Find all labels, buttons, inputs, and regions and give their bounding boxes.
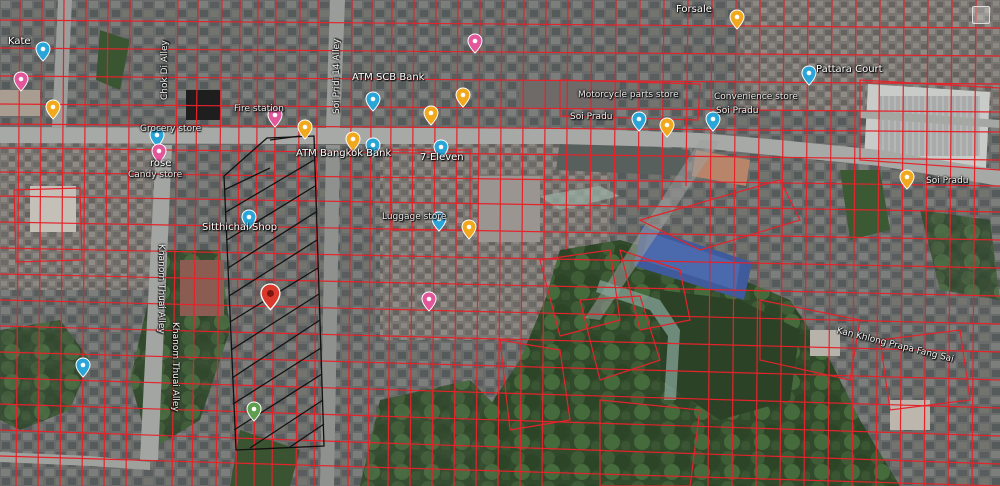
shop-icon bbox=[423, 105, 439, 126]
shop-icon bbox=[297, 119, 313, 140]
label-pattara-court[interactable]: Pattara Court bbox=[816, 64, 883, 75]
kate-pin-marker bbox=[35, 41, 51, 62]
shop-icon bbox=[45, 99, 61, 120]
shopping-bag-icon bbox=[35, 41, 51, 62]
restaurant-icon bbox=[467, 33, 483, 54]
pattara-court-pin-marker bbox=[801, 65, 817, 86]
shop-icon bbox=[461, 219, 477, 240]
orange-pin-right-marker bbox=[899, 169, 915, 190]
shop-icon bbox=[659, 117, 675, 138]
blue-pin-lower-left-dot bbox=[80, 362, 86, 368]
forsale-pin-marker bbox=[729, 9, 745, 30]
orange-pin-right-dot bbox=[904, 174, 910, 180]
atm-scb-pin-dot bbox=[370, 96, 376, 102]
pattara-court-pin-dot bbox=[806, 70, 812, 76]
label-fire-station[interactable]: Fire station bbox=[234, 104, 284, 115]
orange-pin-left-marker bbox=[45, 99, 61, 120]
label-soi-pradu-3: Soi Pradu bbox=[926, 176, 969, 186]
shop-icon bbox=[729, 9, 745, 30]
location-pin-icon bbox=[259, 283, 281, 311]
label-kate[interactable]: Kate bbox=[8, 36, 31, 47]
park-icon bbox=[246, 401, 262, 422]
pink-pin-left-dot bbox=[18, 76, 24, 82]
blue-pin-lower-left-marker bbox=[75, 357, 91, 378]
park-pin-marker bbox=[246, 401, 262, 422]
pink-pin-left-marker bbox=[13, 71, 29, 92]
label-khanom-thuai-alley-1: Khanom Thuai Alley bbox=[156, 244, 166, 334]
orange-pin-top-2-dot bbox=[428, 110, 434, 116]
seven-eleven-pin-dot bbox=[438, 144, 444, 150]
park-pin-dot bbox=[251, 406, 257, 412]
atm-scb-pin-marker bbox=[365, 91, 381, 112]
label-khanom-thuai-alley-2: Khanom Thuai Alley bbox=[170, 322, 180, 412]
selected-location-pin-dot bbox=[266, 290, 274, 298]
label-atm-bangkok[interactable]: ATM Bangkok Bank bbox=[296, 148, 391, 159]
label-soi-pradu-1: Soi Pradu bbox=[570, 112, 613, 122]
candy-pin-dot bbox=[156, 148, 162, 154]
pink-pin-lower-marker bbox=[421, 291, 437, 312]
pink-pin-lower-dot bbox=[426, 296, 432, 302]
orange-pin-road-marker bbox=[297, 119, 313, 140]
orange-pin-top-2-marker bbox=[423, 105, 439, 126]
pink-pin-top-dot bbox=[472, 38, 478, 44]
pink-pin-top-marker bbox=[467, 33, 483, 54]
orange-pin-top-dot bbox=[460, 92, 466, 98]
orange-pin-soi-pradu-dot bbox=[664, 122, 670, 128]
sitthichai-pin-dot bbox=[246, 214, 252, 220]
orange-pin-road-dot bbox=[302, 124, 308, 130]
orange-pin-center-marker bbox=[461, 219, 477, 240]
shop-icon bbox=[899, 169, 915, 190]
atm-icon bbox=[365, 91, 381, 112]
shopping-bag-icon bbox=[631, 111, 647, 132]
convenience-pin-dot bbox=[710, 116, 716, 122]
orange-pin-road-2-dot bbox=[350, 136, 356, 142]
label-chok-di-alley: Chok Di Alley bbox=[160, 40, 170, 100]
label-luggage-store[interactable]: Luggage store bbox=[382, 212, 446, 223]
label-convenience-store[interactable]: Convenience store bbox=[714, 92, 798, 103]
label-atm-scb[interactable]: ATM SCB Bank bbox=[352, 72, 424, 83]
orange-pin-soi-pradu-marker bbox=[659, 117, 675, 138]
satellite-map[interactable]: Kate Forsale Pattara Court Chok Di Alley… bbox=[0, 0, 1000, 486]
shop-icon bbox=[455, 87, 471, 108]
label-sitthichai-shop[interactable]: Sitthichai Shop bbox=[202, 222, 277, 233]
restaurant-icon bbox=[421, 291, 437, 312]
orange-pin-left-dot bbox=[50, 104, 56, 110]
label-soi-pridi-alley: Soi Pridi 14 Alley bbox=[332, 38, 342, 114]
orange-pin-top-marker bbox=[455, 87, 471, 108]
forsale-pin-dot bbox=[734, 14, 740, 20]
label-motorcycle-parts[interactable]: Motorcycle parts store bbox=[578, 90, 679, 101]
map-expand-button[interactable] bbox=[972, 6, 990, 24]
motorcycle-pin-marker bbox=[631, 111, 647, 132]
restaurant-icon bbox=[13, 71, 29, 92]
motorcycle-pin-dot bbox=[636, 116, 642, 122]
atm-bangkok-pin-dot bbox=[370, 142, 376, 148]
kate-pin-dot bbox=[40, 46, 46, 52]
label-soi-pradu-2: Soi Pradu bbox=[716, 106, 759, 116]
label-grocery-store[interactable]: Grocery store bbox=[140, 124, 201, 135]
building-icon bbox=[801, 65, 817, 86]
label-seven-eleven[interactable]: 7-Eleven bbox=[420, 152, 464, 163]
label-candy-store[interactable]: Candy store bbox=[128, 170, 182, 181]
orange-pin-center-dot bbox=[466, 224, 472, 230]
shopping-bag-icon bbox=[75, 357, 91, 378]
label-forsale[interactable]: Forsale bbox=[676, 4, 712, 15]
label-rose[interactable]: rose bbox=[150, 158, 171, 169]
